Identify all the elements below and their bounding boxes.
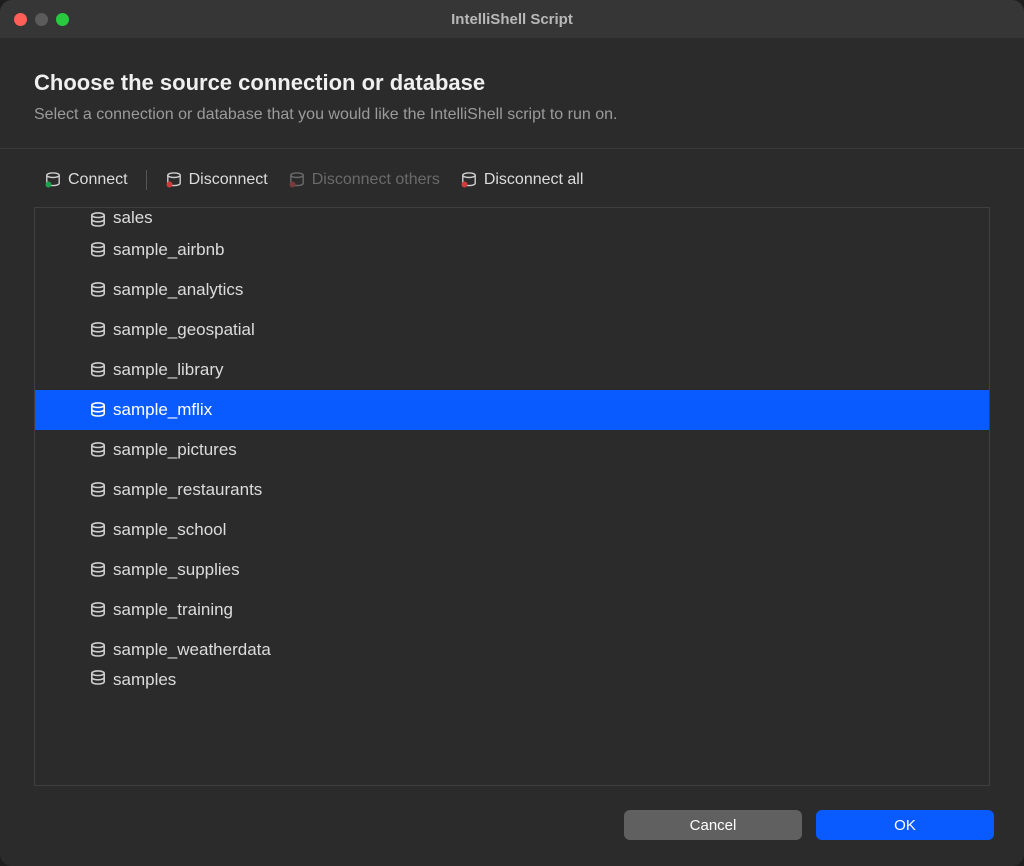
disconnect-button[interactable]: Disconnect <box>157 167 276 193</box>
disconnect-all-button[interactable]: Disconnect all <box>452 167 592 193</box>
database-disconnect-icon <box>165 172 183 188</box>
cancel-button[interactable]: Cancel <box>624 810 802 840</box>
database-list[interactable]: sales sample_airbnb sample_analyticssample… <box>34 207 990 786</box>
database-item-label: sample_geospatial <box>113 320 255 340</box>
ok-button-label: OK <box>894 817 916 834</box>
dialog-window: IntelliShell Script Choose the source co… <box>0 0 1024 866</box>
database-connect-icon <box>44 172 62 188</box>
database-item[interactable]: sample_mflix <box>35 390 989 430</box>
database-item[interactable]: sample_school <box>35 510 989 550</box>
window-minimize-button[interactable] <box>35 13 48 26</box>
traffic-lights <box>0 13 69 26</box>
database-item-label: samples <box>113 670 176 690</box>
database-item-label: sample_analytics <box>113 280 243 300</box>
database-disconnect-all-icon <box>460 172 478 188</box>
database-item[interactable]: sales <box>35 208 989 230</box>
window-maximize-button[interactable] <box>56 13 69 26</box>
database-icon <box>89 482 107 498</box>
database-icon <box>89 282 107 298</box>
dialog-header: Choose the source connection or database… <box>0 38 1024 148</box>
database-icon <box>89 402 107 418</box>
database-item-label: sample_pictures <box>113 440 237 460</box>
dialog-subheading: Select a connection or database that you… <box>34 106 990 124</box>
window-close-button[interactable] <box>14 13 27 26</box>
database-disconnect-others-icon <box>288 172 306 188</box>
database-icon <box>89 212 107 228</box>
titlebar: IntelliShell Script <box>0 0 1024 38</box>
database-item-label: sample_training <box>113 600 233 620</box>
database-item[interactable]: sample_weatherdata <box>35 630 989 670</box>
database-item-label: sample_library <box>113 360 224 380</box>
database-icon <box>89 562 107 578</box>
disconnect-others-button: Disconnect others <box>280 167 448 193</box>
database-item-label: sample_school <box>113 520 226 540</box>
database-icon <box>89 442 107 458</box>
database-item-label: sample_weatherdata <box>113 640 271 660</box>
database-item[interactable]: sample_analytics <box>35 270 989 310</box>
database-icon <box>89 602 107 618</box>
database-item[interactable]: sample_airbnb <box>35 230 989 270</box>
database-icon <box>89 522 107 538</box>
dialog-footer: Cancel OK <box>0 786 1024 866</box>
database-item[interactable]: sample_geospatial <box>35 310 989 350</box>
database-item-label: sales <box>113 208 153 228</box>
database-icon <box>89 670 107 686</box>
database-icon <box>89 642 107 658</box>
database-item-label: sample_mflix <box>113 400 212 420</box>
database-item[interactable]: sample_training <box>35 590 989 630</box>
database-icon <box>89 322 107 338</box>
disconnect-others-label: Disconnect others <box>312 171 440 189</box>
divider <box>0 148 1024 149</box>
database-item[interactable]: samples <box>35 670 989 690</box>
ok-button[interactable]: OK <box>816 810 994 840</box>
database-icon <box>89 362 107 378</box>
database-item[interactable]: sample_library <box>35 350 989 390</box>
database-item-label: sample_restaurants <box>113 480 262 500</box>
window-title: IntelliShell Script <box>0 11 1024 28</box>
cancel-button-label: Cancel <box>690 817 737 834</box>
database-item[interactable]: sample_supplies <box>35 550 989 590</box>
disconnect-label: Disconnect <box>189 171 268 189</box>
database-item-label: sample_supplies <box>113 560 240 580</box>
dialog-heading: Choose the source connection or database <box>34 70 990 96</box>
connection-toolbar: Connect Disconnect Disconnect others <box>0 167 1024 207</box>
connect-label: Connect <box>68 171 128 189</box>
database-item-label: sample_airbnb <box>113 240 225 260</box>
connect-button[interactable]: Connect <box>36 167 136 193</box>
disconnect-all-label: Disconnect all <box>484 171 584 189</box>
database-item[interactable]: sample_restaurants <box>35 470 989 510</box>
database-item[interactable]: sample_pictures <box>35 430 989 470</box>
database-icon <box>89 242 107 258</box>
toolbar-separator <box>146 170 147 190</box>
